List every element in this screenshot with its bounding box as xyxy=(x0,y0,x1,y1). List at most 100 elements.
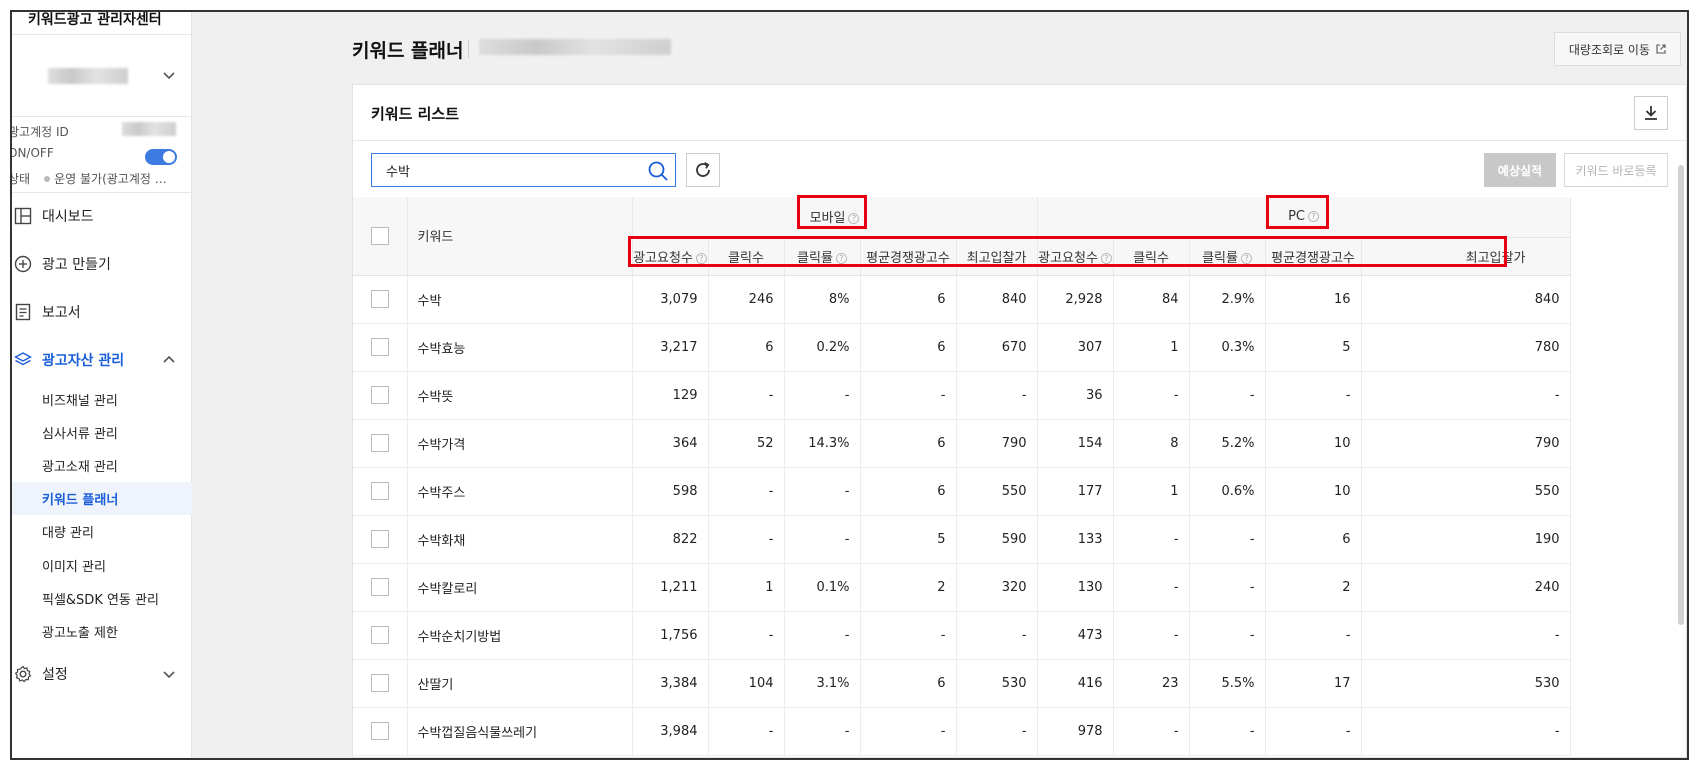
row-checkbox[interactable] xyxy=(370,722,389,740)
pc-competitors-cell: 16 xyxy=(1265,275,1362,324)
help-icon[interactable]: ? xyxy=(848,213,860,225)
row-checkbox[interactable] xyxy=(370,434,389,452)
select-all-cell xyxy=(353,197,408,276)
keyword-list-panel: 키워드 리스트 예상실적 키워드 바로등록 xyxy=(352,84,1687,758)
pc-competitors-cell: 2 xyxy=(1265,563,1362,612)
keyword-search-input[interactable] xyxy=(372,154,642,186)
table-row[interactable]: 수박 3,079 246 8% 6 840 2,928 84 2.9% 16 840 xyxy=(353,275,1571,324)
mobile-bid-header[interactable]: 최고입찰가 xyxy=(956,237,1038,276)
pc-ctr-header[interactable]: 클릭률? xyxy=(1189,237,1266,276)
keyword-cell: 수박뜻 xyxy=(407,371,633,420)
mobile-ctr-cell: 0.1% xyxy=(784,563,861,612)
account-selector[interactable] xyxy=(12,50,192,116)
chevron-up-icon xyxy=(163,355,175,363)
mobile-competitors-header[interactable]: 평균경쟁광고수 xyxy=(860,237,957,276)
keyword-table-wrap: 키워드 모바일? PC? 광고요청수? 클릭수 클릭률? 평균경쟁광고수 최고입… xyxy=(353,197,1686,757)
help-icon[interactable]: ? xyxy=(695,252,707,264)
row-checkbox[interactable] xyxy=(370,482,389,500)
mobile-bid-cell: 670 xyxy=(956,323,1038,372)
row-checkbox[interactable] xyxy=(370,338,389,356)
sub-review-docs[interactable]: 심사서류 관리 xyxy=(12,416,192,449)
pc-requests-cell: 36 xyxy=(1037,371,1114,420)
table-row[interactable]: 수박뜻 129- - - -36- - - - xyxy=(353,371,1571,420)
sub-pixel-sdk[interactable]: 픽셀&SDK 연동 관리 xyxy=(12,582,192,615)
pc-clicks-cell: 1 xyxy=(1113,323,1190,372)
chevron-down-icon xyxy=(163,72,175,80)
mobile-clicks-header[interactable]: 클릭수 xyxy=(708,237,785,276)
mobile-clicks-cell: 104 xyxy=(708,659,785,708)
row-checkbox[interactable] xyxy=(370,290,389,308)
mobile-requests-cell: 364 xyxy=(632,419,709,468)
mobile-clicks-cell: 52 xyxy=(708,419,785,468)
row-select-cell xyxy=(353,515,408,564)
nav-create-ad[interactable]: 광고 만들기 xyxy=(12,244,192,284)
sub-ad-exposure-limit[interactable]: 광고노출 제한 xyxy=(12,615,192,648)
search-icon[interactable] xyxy=(647,160,669,182)
mobile-requests-header[interactable]: 광고요청수? xyxy=(632,237,709,276)
predict-performance-button[interactable]: 예상실적 xyxy=(1484,153,1556,187)
pc-competitors-header[interactable]: 평균경쟁광고수 xyxy=(1265,237,1362,276)
table-scrollbar[interactable] xyxy=(1678,165,1684,625)
mobile-competitors-cell: - xyxy=(860,371,957,420)
pc-requests-header[interactable]: 광고요청수? xyxy=(1037,237,1114,276)
row-checkbox[interactable] xyxy=(370,578,389,596)
external-link-icon xyxy=(1656,44,1666,54)
panel-header: 키워드 리스트 xyxy=(353,85,1686,141)
help-icon[interactable]: ? xyxy=(1100,252,1112,264)
nav-ad-assets[interactable]: 광고자산 관리 xyxy=(12,340,192,380)
table-row[interactable]: 수박껍질음식물쓰레기 3,984- - - -978- - - - xyxy=(353,707,1571,756)
nav-report[interactable]: 보고서 xyxy=(12,292,192,332)
help-icon[interactable]: ? xyxy=(835,252,847,264)
table-row[interactable]: 수박가격 364 52 14.3% 6 790 154 8 5.2% 10 790 xyxy=(353,419,1571,468)
sub-bulk-manage[interactable]: 대량 관리 xyxy=(12,515,192,548)
pc-competitors-cell: 10 xyxy=(1265,419,1362,468)
row-select-cell xyxy=(353,563,408,612)
bulk-lookup-button[interactable]: 대량조회로 이동 xyxy=(1553,32,1681,66)
divider xyxy=(12,34,192,35)
mobile-bid-cell: - xyxy=(956,707,1038,756)
mobile-bid-cell: 320 xyxy=(956,563,1038,612)
keyword-cell: 수박껍질음식물쓰레기 xyxy=(407,707,633,756)
nav-settings[interactable]: 설정 xyxy=(12,654,192,694)
pc-bid-cell: 550 xyxy=(1361,467,1571,516)
sub-keyword-planner[interactable]: 키워드 플래너 xyxy=(12,482,192,515)
mobile-competitors-cell: 6 xyxy=(860,323,957,372)
row-checkbox[interactable] xyxy=(370,674,389,692)
mobile-clicks-cell: - xyxy=(708,515,785,564)
row-checkbox[interactable] xyxy=(370,386,389,404)
status-label: 상태 xyxy=(10,172,31,186)
help-icon[interactable]: ? xyxy=(1308,211,1320,223)
onoff-toggle[interactable] xyxy=(145,149,177,165)
gear-icon xyxy=(12,663,34,685)
sub-ad-creative[interactable]: 광고소재 관리 xyxy=(12,449,192,482)
mobile-clicks-cell: - xyxy=(708,707,785,756)
row-checkbox[interactable] xyxy=(370,626,389,644)
table-row[interactable]: 수박순치기방법 1,756- - - -473- - - - xyxy=(353,611,1571,660)
sub-biz-channel[interactable]: 비즈채널 관리 xyxy=(12,383,192,416)
select-all-checkbox[interactable] xyxy=(370,226,389,245)
table-row[interactable]: 산딸기 3,384 104 3.1% 6 530 416 23 5.5% 17 530 xyxy=(353,659,1571,708)
keyword-cell: 수박효능 xyxy=(407,323,633,372)
help-icon[interactable]: ? xyxy=(1240,252,1252,264)
table-row[interactable]: 수박효능 3,217 6 0.2% 6 670 307 1 0.3% 5 780 xyxy=(353,323,1571,372)
sub-image-manage[interactable]: 이미지 관리 xyxy=(12,549,192,582)
nav-label: 광고 만들기 xyxy=(42,257,111,273)
mobile-ctr-cell: 0.2% xyxy=(784,323,861,372)
pc-clicks-cell: - xyxy=(1113,563,1190,612)
row-checkbox[interactable] xyxy=(370,530,389,548)
mobile-requests-cell: 129 xyxy=(632,371,709,420)
mobile-ctr-cell: - xyxy=(784,611,861,660)
pc-clicks-header[interactable]: 클릭수 xyxy=(1113,237,1190,276)
download-button[interactable] xyxy=(1634,96,1668,130)
table-row[interactable]: 수박칼로리 1,211 1 0.1% 2 320 130- -2 240 xyxy=(353,563,1571,612)
account-id-redacted xyxy=(122,122,176,136)
pc-bid-header[interactable]: 최고입찰가 xyxy=(1361,237,1571,276)
mobile-ctr-header[interactable]: 클릭률? xyxy=(784,237,861,276)
table-row[interactable]: 수박주스 598- -6 550 177 1 0.6% 10 550 xyxy=(353,467,1571,516)
plus-circle-icon xyxy=(12,253,34,275)
register-keyword-button[interactable]: 키워드 바로등록 xyxy=(1564,153,1668,187)
table-row[interactable]: 수박화채 822- -5 590 133- -6 190 xyxy=(353,515,1571,564)
report-icon xyxy=(12,301,34,323)
nav-dashboard[interactable]: 대시보드 xyxy=(12,196,192,236)
refresh-button[interactable] xyxy=(686,153,720,187)
